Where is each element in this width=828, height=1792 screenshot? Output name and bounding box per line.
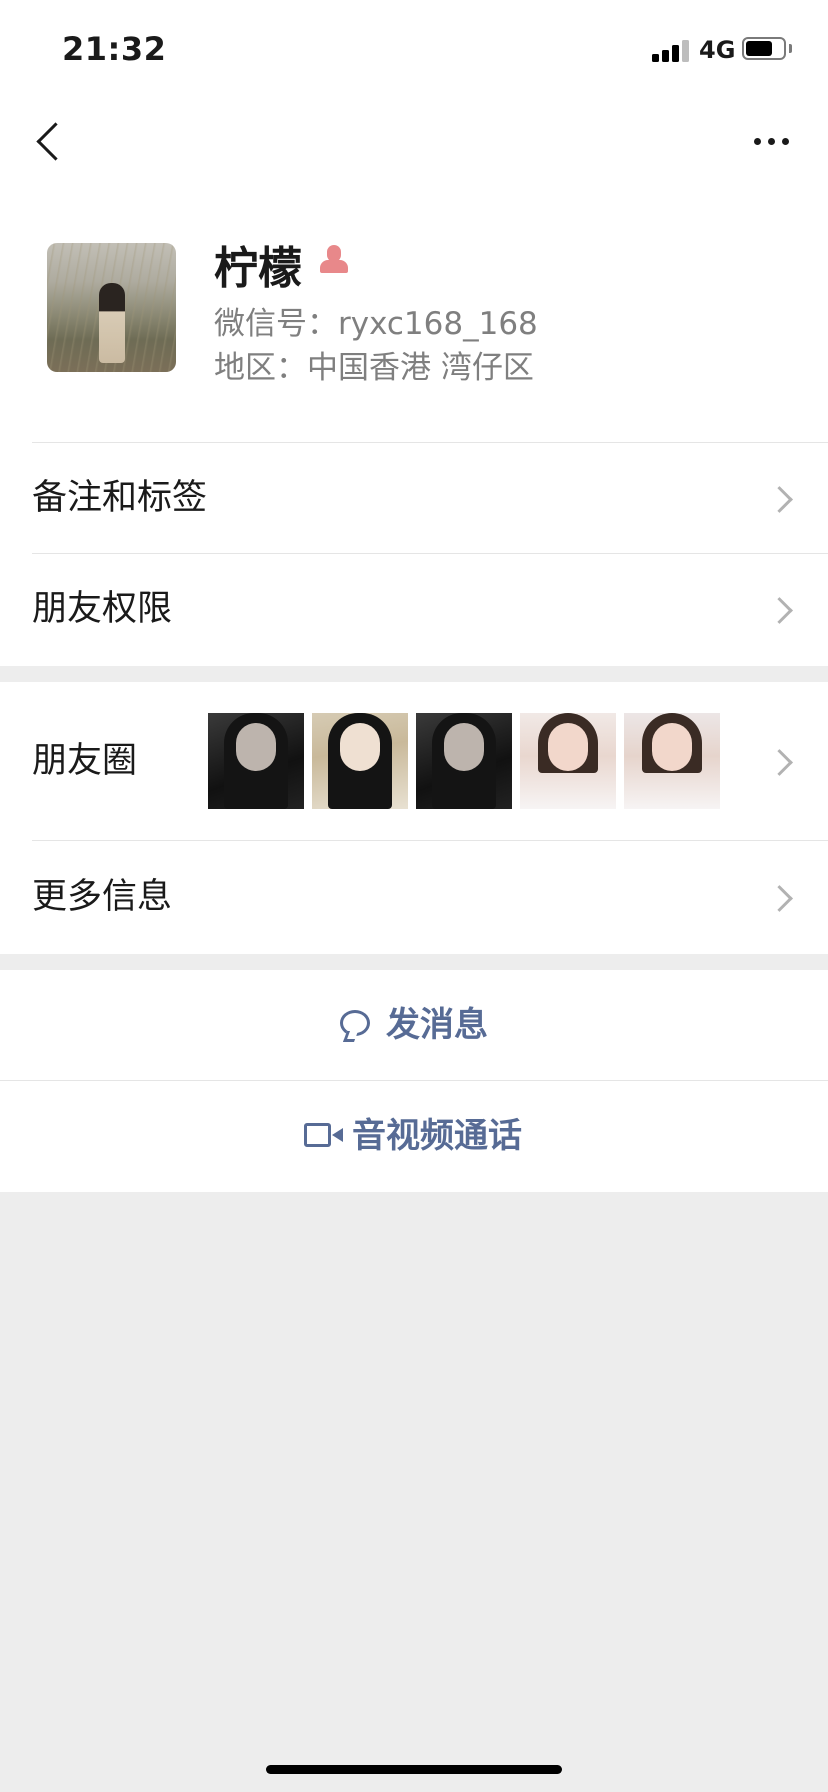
- friend-permissions-label: 朋友权限: [32, 589, 173, 629]
- female-icon: [318, 243, 350, 275]
- moments-thumbnail: [416, 713, 512, 809]
- actions-section: 发消息 音视频通话: [0, 970, 828, 1192]
- moments-thumbnail: [624, 713, 720, 809]
- network-type: 4G: [699, 36, 736, 64]
- send-message-button[interactable]: 发消息: [0, 970, 828, 1080]
- avatar[interactable]: [47, 243, 176, 372]
- status-bar: 21:32 4G: [0, 0, 828, 100]
- battery-icon: [742, 37, 786, 60]
- chevron-right-icon: [766, 749, 793, 776]
- remark-tags-label: 备注和标签: [32, 478, 208, 518]
- video-call-label: 音视频通话: [352, 1116, 522, 1156]
- chevron-left-icon: [36, 122, 75, 161]
- home-indicator: [266, 1765, 562, 1774]
- region: 地区：中国香港 湾仔区: [214, 350, 534, 386]
- friend-permissions-row[interactable]: 朋友权限: [0, 554, 828, 664]
- more-info-label: 更多信息: [32, 877, 173, 917]
- more-info-row[interactable]: 更多信息: [0, 841, 828, 953]
- profile-name: 柠檬: [214, 243, 302, 294]
- moments-thumbnail: [312, 713, 408, 809]
- more-button[interactable]: [740, 114, 804, 166]
- chat-bubble-icon: [340, 1010, 370, 1036]
- moments-thumbnail: [208, 713, 304, 809]
- video-call-button[interactable]: 音视频通话: [0, 1081, 828, 1191]
- moments-section: 朋友圈 更多信息: [0, 682, 828, 954]
- moments-row[interactable]: 朋友圈: [0, 682, 828, 840]
- chevron-right-icon: [766, 597, 793, 624]
- moments-thumbnail: [520, 713, 616, 809]
- video-camera-icon: [304, 1123, 344, 1149]
- chevron-right-icon: [766, 486, 793, 513]
- moments-label: 朋友圈: [32, 741, 138, 781]
- signal-icon: [652, 38, 690, 62]
- chevron-right-icon: [766, 885, 793, 912]
- wechat-id: 微信号：ryxc168_168: [214, 306, 538, 342]
- back-button[interactable]: [22, 114, 82, 174]
- send-message-label: 发消息: [386, 1005, 488, 1045]
- status-time: 21:32: [62, 30, 167, 68]
- remark-tags-row[interactable]: 备注和标签: [0, 443, 828, 553]
